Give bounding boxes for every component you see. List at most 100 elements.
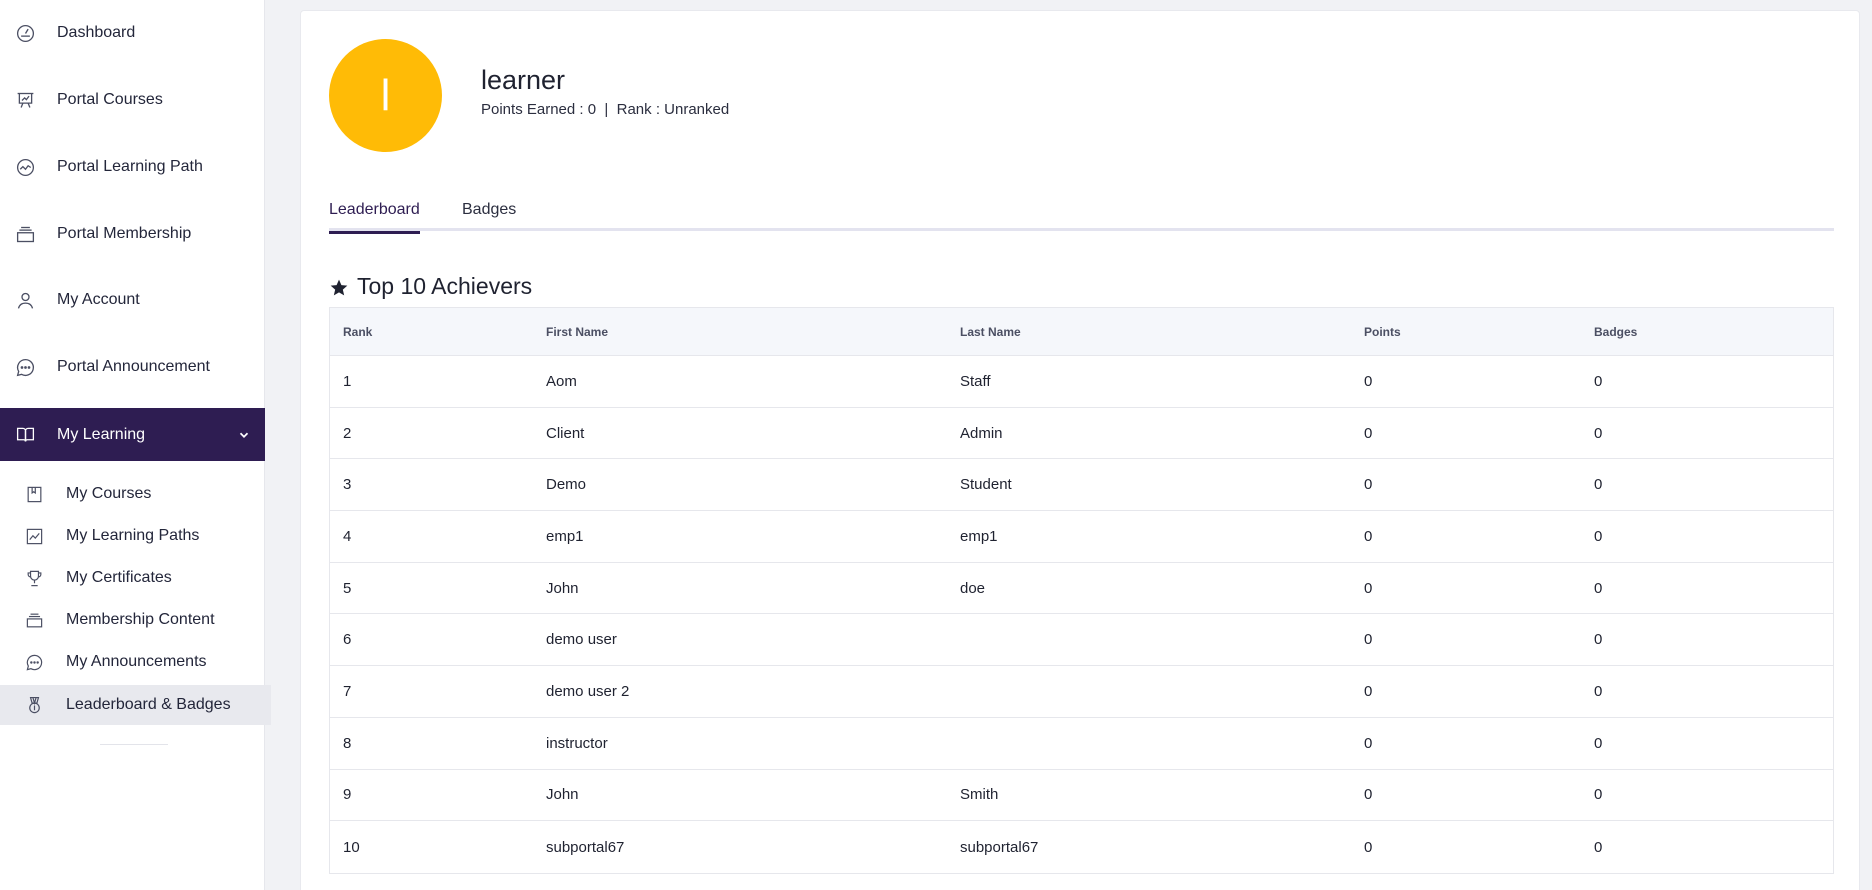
badges-cell: 0 [1594, 476, 1603, 494]
badges-cell: 0 [1594, 734, 1603, 752]
points-cell: 0 [1364, 527, 1373, 545]
badges-cell: 0 [1594, 579, 1603, 597]
first-name-cell: John [546, 786, 579, 804]
points-cell: 0 [1364, 631, 1373, 649]
table-row: 10 subportal67 subportal67 0 0 [330, 821, 1833, 873]
first-name-cell: Client [546, 424, 585, 442]
leaderboard-table: Rank First Name Last Name Points Badges … [329, 307, 1834, 874]
table-header: Rank First Name Last Name Points Badges [330, 308, 1833, 356]
sidebar-item-portal-learning-path[interactable]: Portal Learning Path [0, 142, 265, 192]
last-name-cell: emp1 [960, 527, 998, 545]
first-name-cell: Demo [546, 476, 587, 494]
layers-icon [14, 223, 36, 245]
table-row: 6 demo user 0 0 [330, 614, 1833, 667]
first-name-cell: instructor [546, 734, 608, 752]
sidebar-item-label: Portal Learning Path [57, 158, 203, 175]
sidebar-item-my-account[interactable]: My Account [0, 275, 265, 325]
sidebar: Dashboard Portal Courses Portal Learning… [0, 0, 271, 890]
sidebar-item-portal-membership[interactable]: Portal Membership [0, 209, 265, 259]
sidebar-subitem-membership-content[interactable]: Membership Content [0, 600, 271, 640]
table-row: 1 Aom Staff 0 0 [330, 356, 1833, 408]
last-name-cell: Smith [960, 786, 999, 804]
star-icon [329, 277, 349, 297]
tab-badges[interactable]: Badges [462, 201, 516, 231]
badges-cell: 0 [1594, 786, 1603, 804]
sidebar-item-label: Portal Courses [57, 91, 163, 108]
first-name-cell: emp1 [546, 527, 584, 545]
route-circle-icon [14, 156, 36, 178]
rank-cell: 4 [343, 527, 352, 545]
badges-cell: 0 [1594, 372, 1603, 390]
badges-cell: 0 [1594, 424, 1603, 442]
rank-cell: 2 [343, 424, 352, 442]
chevron-down-icon[interactable] [237, 428, 251, 442]
points-cell: 0 [1364, 786, 1373, 804]
rank-cell: 7 [343, 682, 352, 700]
first-name-cell: demo user [546, 631, 617, 649]
tab-leaderboard[interactable]: Leaderboard [329, 201, 420, 234]
column-header-rank: Rank [343, 324, 373, 339]
rank-cell: 8 [343, 734, 352, 752]
table-row: 3 Demo Student 0 0 [330, 459, 1833, 512]
sidebar-subitem-my-announcements[interactable]: My Announcements [0, 642, 271, 682]
points-cell: 0 [1364, 579, 1373, 597]
column-header-last-name: Last Name [960, 324, 1021, 339]
first-name-cell: Aom [546, 372, 577, 390]
sidebar-subitem-label: Membership Content [66, 611, 215, 628]
bookmark-book-icon [24, 484, 44, 504]
rank-cell: 9 [343, 786, 352, 804]
points-cell: 0 [1364, 476, 1373, 494]
last-name-cell: subportal67 [960, 838, 1039, 856]
column-header-badges: Badges [1594, 324, 1638, 339]
table-row: 9 John Smith 0 0 [330, 770, 1833, 822]
sidebar-subitem-my-certificates[interactable]: My Certificates [0, 558, 271, 598]
table-row: 8 instructor 0 0 [330, 718, 1833, 770]
badges-cell: 0 [1594, 527, 1603, 545]
avatar: l [329, 39, 442, 152]
presentation-chart-icon [14, 89, 36, 111]
sidebar-subitem-label: My Courses [66, 485, 152, 502]
badges-cell: 0 [1594, 682, 1603, 700]
sidebar-subitem-my-courses[interactable]: My Courses [0, 474, 271, 514]
user-icon [14, 289, 36, 311]
sidebar-divider [100, 744, 168, 745]
column-header-first-name: First Name [546, 324, 609, 339]
points-cell: 0 [1364, 838, 1373, 856]
sidebar-item-label: Portal Membership [57, 225, 192, 242]
rank-cell: 1 [343, 372, 352, 390]
rank-cell: 5 [343, 579, 352, 597]
chat-bubble-icon [24, 652, 44, 672]
badges-cell: 0 [1594, 631, 1603, 649]
points-cell: 0 [1364, 372, 1373, 390]
sidebar-subitem-my-learning-paths[interactable]: My Learning Paths [0, 516, 271, 556]
table-row: 2 Client Admin 0 0 [330, 408, 1833, 460]
user-stats: Points Earned : 0 | Rank : Unranked [481, 101, 730, 118]
points-cell: 0 [1364, 682, 1373, 700]
chat-bubble-icon [14, 356, 36, 378]
tab-bar: Leaderboard Badges [329, 191, 1834, 234]
user-name: learner [481, 65, 566, 95]
sidebar-subitem-label: My Learning Paths [66, 527, 200, 544]
sidebar-item-portal-courses[interactable]: Portal Courses [0, 75, 265, 125]
medal-icon [24, 695, 44, 715]
last-name-cell: Staff [960, 372, 991, 390]
main-card: l learner Points Earned : 0 | Rank : Unr… [300, 10, 1860, 890]
section-title-text: Top 10 Achievers [357, 273, 533, 299]
last-name-cell: Admin [960, 424, 1003, 442]
last-name-cell: doe [960, 579, 986, 597]
section-title: Top 10 Achievers [329, 273, 532, 300]
sidebar-subitem-label: My Announcements [66, 653, 207, 670]
sidebar-item-label: My Learning [57, 425, 146, 443]
sidebar-subitem-label: My Certificates [66, 569, 172, 586]
sidebar-subitem-label: Leaderboard & Badges [66, 696, 231, 713]
sidebar-item-portal-announcement[interactable]: Portal Announcement [0, 342, 265, 392]
sidebar-item-my-learning[interactable]: My Learning [0, 408, 265, 461]
table-body: 1 Aom Staff 0 0 2 Client Admin 0 0 3 Demo Student 0 0 4… [330, 356, 1833, 873]
rank-cell: 6 [343, 631, 352, 649]
table-row: 7 demo user 2 0 0 [330, 666, 1833, 718]
sidebar-item-label: My Account [57, 291, 140, 308]
sidebar-subitem-leaderboard-badges[interactable]: Leaderboard & Badges [0, 685, 271, 725]
first-name-cell: subportal67 [546, 838, 625, 856]
sidebar-item-dashboard[interactable]: Dashboard [0, 8, 265, 58]
last-name-cell: Student [960, 476, 1012, 494]
